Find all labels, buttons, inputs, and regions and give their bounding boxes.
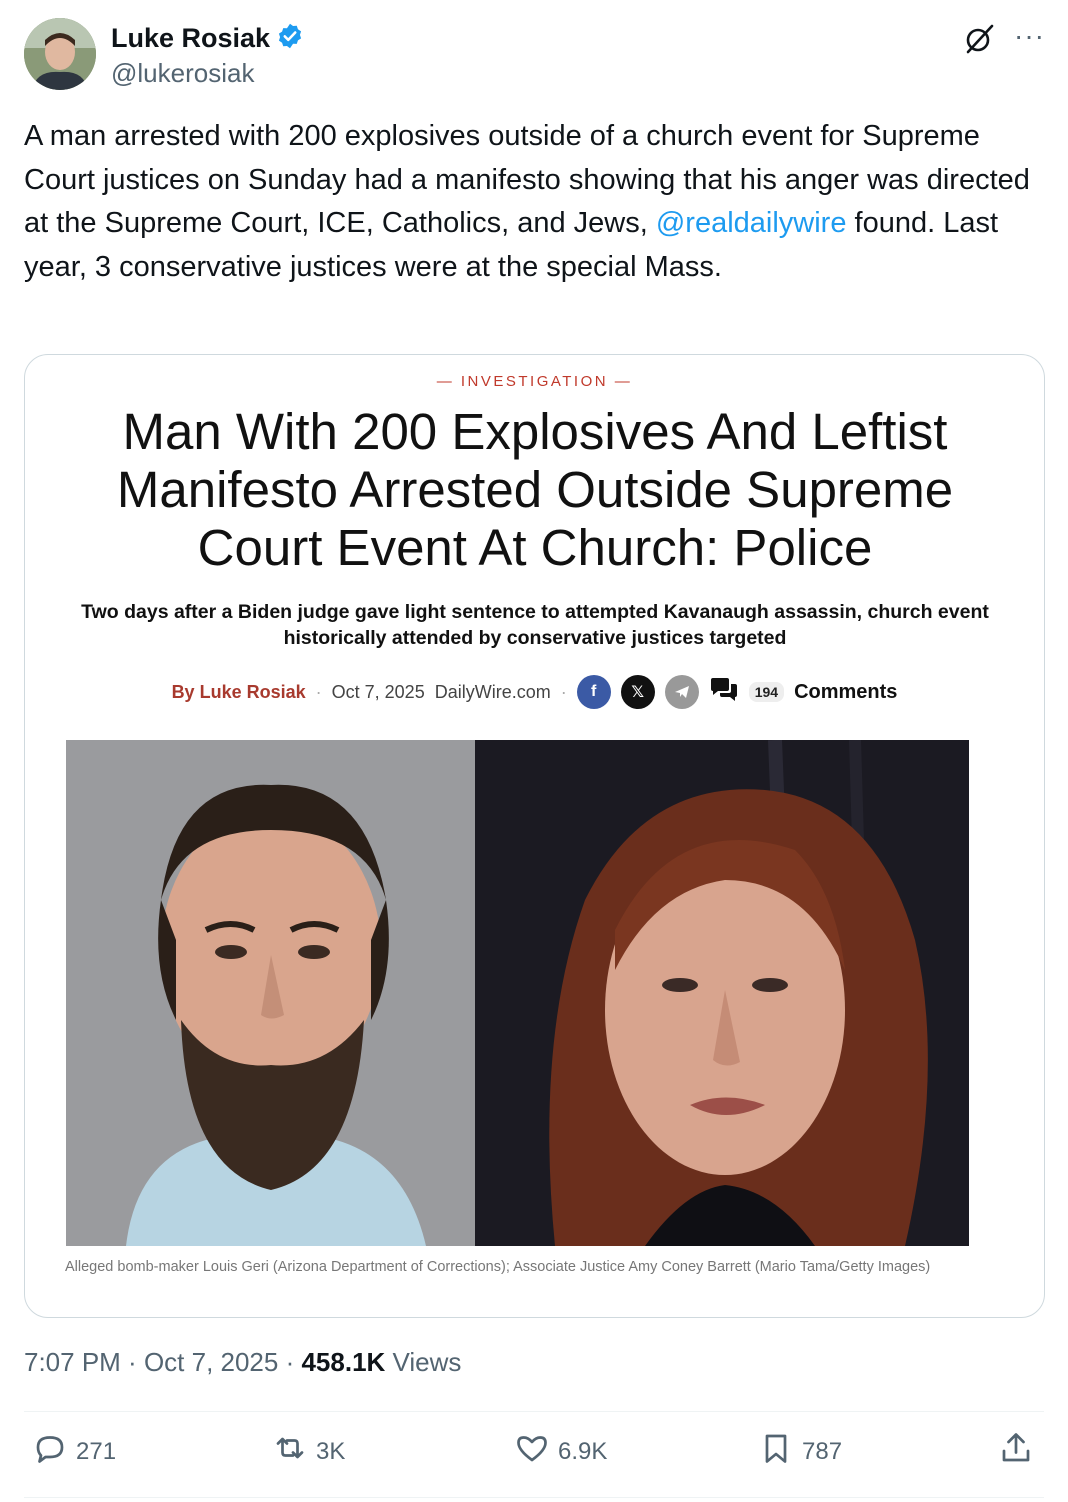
article-kicker: — INVESTIGATION — <box>436 373 633 390</box>
avatar[interactable] <box>24 18 96 90</box>
byline-author-block: By Luke Rosiak <box>172 682 306 703</box>
share-icon <box>998 1430 1034 1473</box>
article-date: Oct 7, 2025 <box>331 681 425 702</box>
bookmark-icon <box>758 1430 794 1473</box>
x-logo-icon: 𝕏 <box>620 675 655 709</box>
repost-count: 3K <box>316 1437 346 1465</box>
tweet-time[interactable]: 7:07 PM <box>24 1347 121 1377</box>
reply-button[interactable]: 271 <box>32 1430 116 1473</box>
divider <box>24 1411 1044 1412</box>
heart-icon <box>514 1430 550 1473</box>
reply-icon <box>32 1430 68 1473</box>
byline-author: Luke Rosiak <box>199 681 306 702</box>
share-button[interactable] <box>998 1430 1034 1473</box>
views-count: 458.1K <box>301 1347 386 1377</box>
separator-dot: · <box>560 681 567 702</box>
comments-label: Comments <box>794 680 898 703</box>
views-label: Views <box>385 1347 462 1377</box>
byline-by: By <box>171 681 195 702</box>
bookmark-button[interactable]: 787 <box>758 1430 842 1473</box>
comments-icon <box>709 676 739 709</box>
justice-photo-image <box>475 740 969 1246</box>
mugshot-image <box>66 740 475 1246</box>
bookmark-count: 787 <box>802 1437 843 1465</box>
photo-caption: Alleged bomb-maker Louis Geri (Arizona D… <box>65 1259 931 1275</box>
mention-link[interactable]: @realdailywire <box>656 207 847 239</box>
meta-separator: · <box>120 1347 144 1377</box>
article-site: DailyWire.com <box>434 681 551 702</box>
article-headline: Man With 200 Explosives And Leftist Mani… <box>116 403 954 576</box>
user-handle[interactable]: @lukerosiak <box>111 58 254 89</box>
article-photos <box>66 740 969 1246</box>
article-subhead: Two days after a Biden judge gave light … <box>81 601 989 649</box>
separator-dot: · <box>315 681 322 702</box>
article-image-card[interactable]: — INVESTIGATION — Man With 200 Explosive… <box>24 354 1045 1318</box>
meta-separator: · <box>278 1347 302 1377</box>
grok-icon[interactable] <box>962 22 996 56</box>
facebook-icon: f <box>576 675 611 709</box>
tweet-meta: 7:07 PM · Oct 7, 2025 · 458.1K Views <box>24 1347 461 1378</box>
tweet-date[interactable]: Oct 7, 2025 <box>144 1347 278 1377</box>
telegram-icon <box>664 675 699 709</box>
action-bar: 271 3K 6.9K 787 <box>24 1430 1044 1482</box>
like-count: 6.9K <box>558 1437 608 1465</box>
verified-badge-icon <box>276 22 304 55</box>
divider <box>24 1497 1044 1498</box>
repost-button[interactable]: 3K <box>272 1430 345 1473</box>
tweet-header: Luke Rosiak @lukerosiak ··· <box>24 18 1044 92</box>
more-options-icon[interactable]: ··· <box>1014 20 1045 52</box>
display-name[interactable]: Luke Rosiak <box>111 23 270 54</box>
comment-count-badge: 194 <box>748 682 785 702</box>
like-button[interactable]: 6.9K <box>514 1430 607 1473</box>
reply-count: 271 <box>76 1437 117 1465</box>
article-byline: By Luke Rosiak · Oct 7, 2025 DailyWire.c… <box>25 675 1044 709</box>
tweet-text: A man arrested with 200 explosives outsi… <box>24 115 1034 289</box>
repost-icon <box>272 1430 308 1473</box>
